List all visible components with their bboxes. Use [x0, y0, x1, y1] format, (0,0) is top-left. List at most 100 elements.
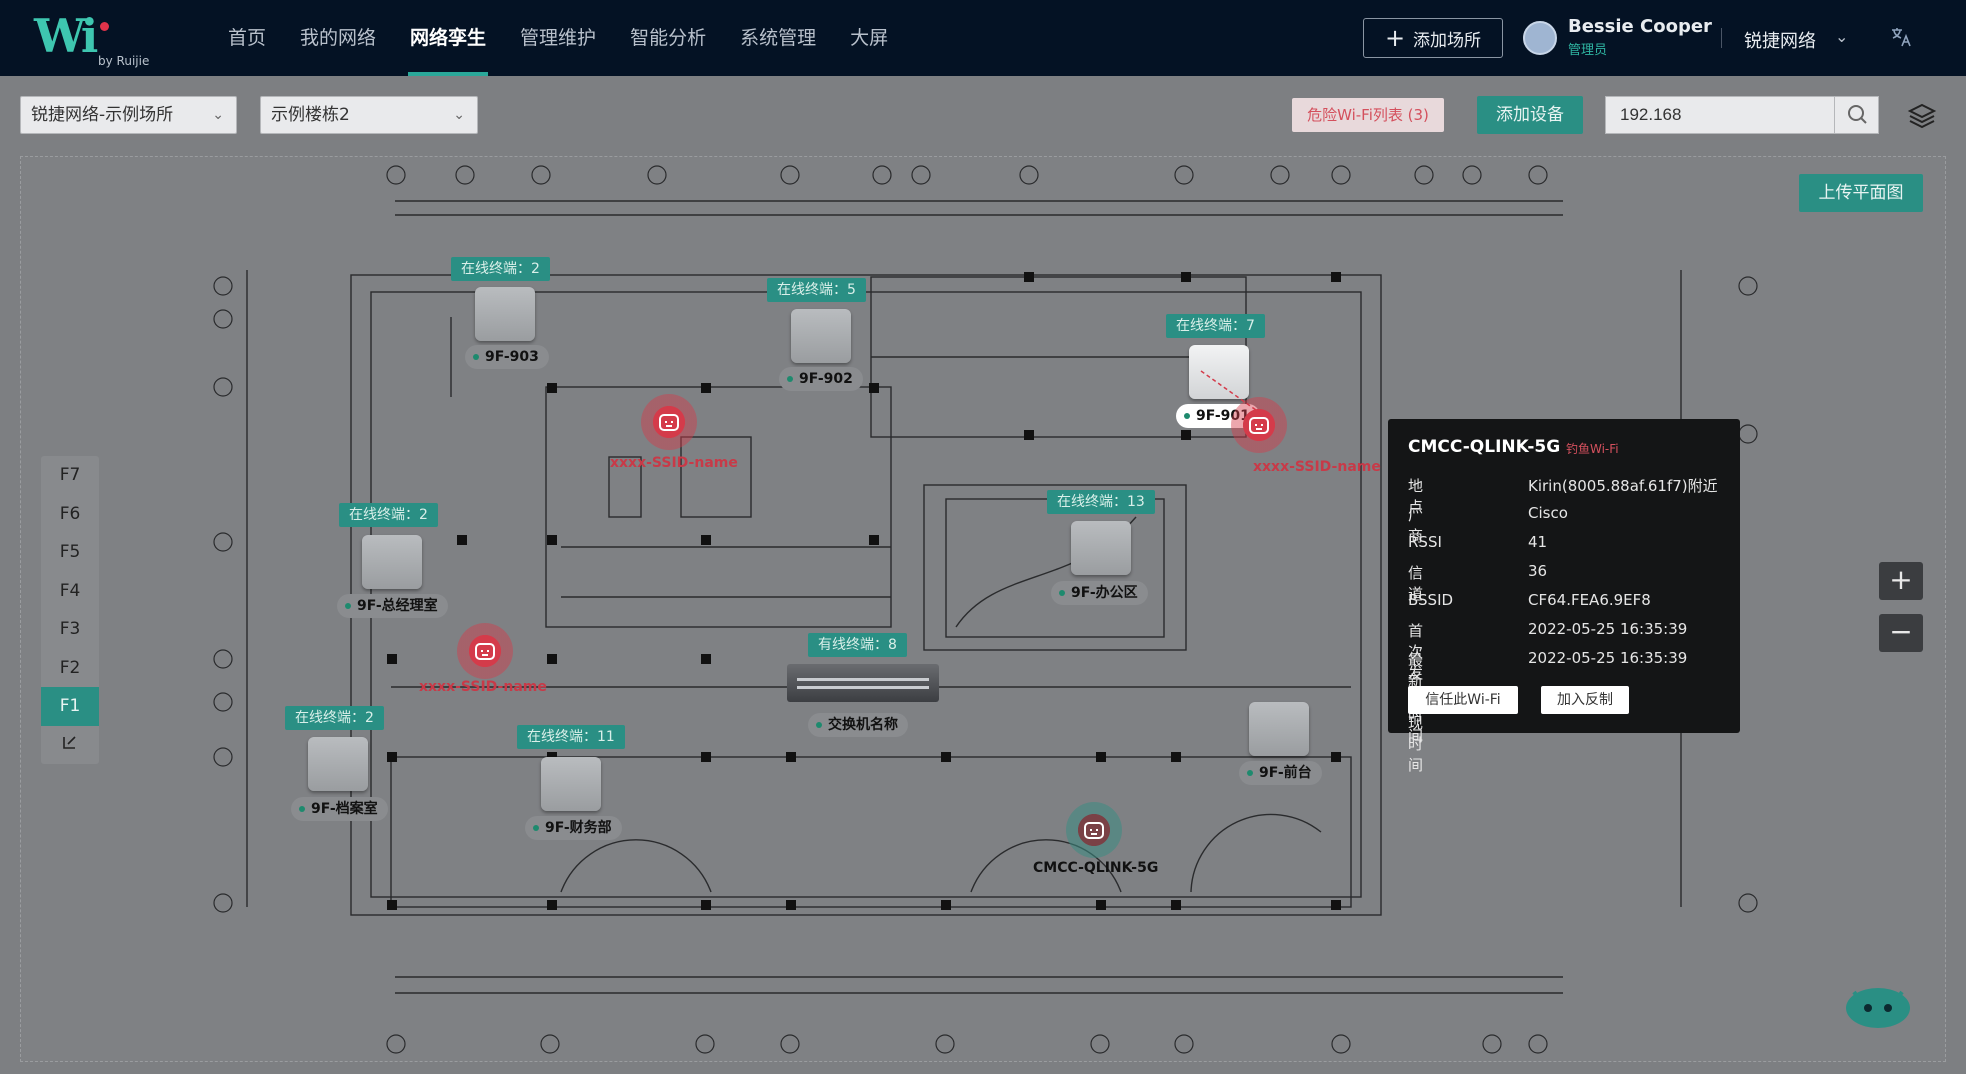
rogue-wifi-name: xxxx-SSID-name: [419, 679, 547, 695]
building-select[interactable]: 示例楼栋2 ⌄: [260, 96, 478, 134]
access-point[interactable]: [1249, 702, 1309, 756]
layers-icon[interactable]: [1906, 100, 1938, 132]
nav-home[interactable]: 首页: [226, 0, 268, 76]
upload-floor-plan-button[interactable]: 上传平面图: [1799, 174, 1923, 212]
detail-key: BSSID: [1408, 591, 1454, 609]
detail-value: CF64.FEA6.9EF8: [1528, 591, 1651, 609]
access-point[interactable]: [791, 309, 851, 363]
network-switch[interactable]: [787, 664, 939, 702]
rogue-wifi-name: CMCC-QLINK-5G: [1033, 860, 1159, 876]
detail-value: 36: [1528, 562, 1548, 580]
ap-online-badge: 在线终端：5: [767, 278, 866, 302]
detail-value: Kirin(8005.88af.61f7)附近: [1528, 477, 1718, 495]
ap-online-badge: 在线终端：2: [285, 706, 384, 730]
access-point[interactable]: [362, 535, 422, 589]
chevron-down-icon[interactable]: ⌄: [1835, 27, 1848, 46]
floor-f5[interactable]: F5: [41, 533, 99, 572]
access-point[interactable]: [541, 757, 601, 811]
floor-f7[interactable]: F7: [41, 456, 99, 495]
nav-network-twin[interactable]: 网络孪生: [408, 0, 489, 76]
add-site-label: 添加场所: [1413, 30, 1482, 51]
trust-wifi-button[interactable]: 信任此Wi-Fi: [1408, 686, 1518, 714]
danger-wifi-list-button[interactable]: 危险Wi-Fi列表 (3): [1292, 98, 1444, 132]
rogue-wifi-name: xxxx-SSID-name: [1253, 459, 1381, 475]
detail-key: RSSI: [1408, 533, 1442, 551]
ap-online-badge: 在线终端：13: [1047, 490, 1155, 514]
zoom-in-button[interactable]: +: [1879, 562, 1923, 600]
floor-selector: F7 F6 F5 F4 F3 F2 F1: [41, 456, 99, 764]
floor-f4[interactable]: F4: [41, 572, 99, 611]
nav-analytics[interactable]: 智能分析: [628, 0, 708, 76]
floor-f1[interactable]: F1: [41, 687, 99, 726]
phishing-tag: 钓鱼Wi-Fi: [1566, 442, 1619, 456]
edit-floor-button[interactable]: [41, 726, 99, 765]
rogue-wifi-marker[interactable]: [641, 394, 697, 450]
detail-value: 2022-05-25 16:35:39: [1528, 620, 1688, 638]
access-point[interactable]: [308, 737, 368, 791]
robot-icon: [659, 414, 679, 431]
add-site-button[interactable]: + 添加场所: [1363, 18, 1503, 58]
main-nav: 首页 我的网络 网络孪生 管理维护 智能分析 系统管理 大屏: [226, 0, 920, 76]
access-point[interactable]: [475, 287, 535, 341]
search-box: [1605, 96, 1879, 134]
nav-my-network[interactable]: 我的网络: [298, 0, 378, 76]
popup-title: CMCC-QLINK-5G: [1408, 437, 1561, 457]
zoom-out-button[interactable]: −: [1879, 614, 1923, 652]
rogue-wifi-marker[interactable]: [457, 623, 513, 679]
ap-label[interactable]: 9F-档案室: [291, 797, 388, 821]
plus-icon: +: [1384, 24, 1406, 52]
site-select[interactable]: 锐捷网络-示例场所 ⌄: [20, 96, 237, 134]
rogue-wifi-marker-selected[interactable]: [1066, 802, 1122, 858]
ap-label[interactable]: 9F-办公区: [1051, 581, 1148, 605]
edit-icon: [63, 735, 76, 749]
ap-label[interactable]: 9F-财务部: [525, 816, 622, 840]
header-divider: [1721, 28, 1722, 48]
rogue-wifi-name: xxxx-SSID-name: [610, 455, 738, 471]
chevron-down-icon: ⌄: [453, 107, 465, 123]
switch-wired-badge: 有线终端：8: [808, 633, 907, 657]
add-device-button[interactable]: 添加设备: [1477, 96, 1583, 134]
assistant-robot-icon[interactable]: [1842, 978, 1914, 1032]
search-button[interactable]: [1834, 97, 1878, 133]
switch-label[interactable]: 交换机名称: [808, 713, 908, 737]
robot-icon: [475, 643, 495, 660]
robot-icon: [1084, 822, 1104, 839]
add-countermeasure-button[interactable]: 加入反制: [1541, 686, 1629, 714]
detail-value: 41: [1528, 533, 1548, 551]
ap-online-badge: 在线终端：2: [451, 257, 550, 281]
access-point[interactable]: [1071, 521, 1131, 575]
building-select-value: 示例楼栋2: [271, 105, 350, 125]
user-avatar[interactable]: [1523, 21, 1557, 55]
wifi-detail-popup: CMCC-QLINK-5G 钓鱼Wi-Fi 地点 Kirin(8005.88af…: [1388, 419, 1740, 774]
nav-big-screen[interactable]: 大屏: [848, 0, 890, 76]
logo-byline: by Ruijie: [98, 54, 150, 68]
detail-value: 2022-05-25 16:35:39: [1528, 649, 1688, 667]
floor-f6[interactable]: F6: [41, 495, 99, 534]
ap-online-badge: 在线终端：11: [517, 725, 625, 749]
site-select-value: 锐捷网络-示例场所: [31, 105, 174, 125]
ruijie-wi-logo[interactable]: Wi by Ruijie: [34, 9, 164, 68]
floor-f2[interactable]: F2: [41, 649, 99, 688]
search-input[interactable]: [1606, 97, 1834, 133]
nav-maintenance[interactable]: 管理维护: [518, 0, 598, 76]
ap-online-badge: 在线终端：7: [1166, 314, 1265, 338]
filter-toolbar: 锐捷网络-示例场所 ⌄ 示例楼栋2 ⌄ 危险Wi-Fi列表 (3) 添加设备: [0, 76, 1966, 156]
org-switcher[interactable]: 锐捷网络: [1744, 27, 1816, 53]
ap-label[interactable]: 9F-前台: [1239, 761, 1322, 785]
ap-online-badge: 在线终端：2: [339, 503, 438, 527]
ap-label[interactable]: 9F-总经理室: [337, 594, 448, 618]
logo-mark: Wi: [34, 9, 98, 63]
nav-system[interactable]: 系统管理: [738, 0, 818, 76]
ap-rogue-link: [1200, 370, 1264, 416]
ap-label[interactable]: 9F-902: [779, 367, 863, 391]
top-bar: Wi by Ruijie 首页 我的网络 网络孪生 管理维护 智能分析 系统管理…: [0, 0, 1966, 76]
logo-dot: [100, 22, 109, 31]
floor-f3[interactable]: F3: [41, 610, 99, 649]
user-name[interactable]: Bessie Cooper: [1568, 16, 1712, 37]
user-role: 管理员: [1568, 43, 1608, 58]
detail-value: Cisco: [1528, 504, 1568, 522]
search-icon: [1848, 105, 1867, 124]
chevron-down-icon: ⌄: [212, 107, 224, 123]
translate-icon[interactable]: [1890, 26, 1912, 53]
ap-label[interactable]: 9F-903: [465, 345, 549, 369]
